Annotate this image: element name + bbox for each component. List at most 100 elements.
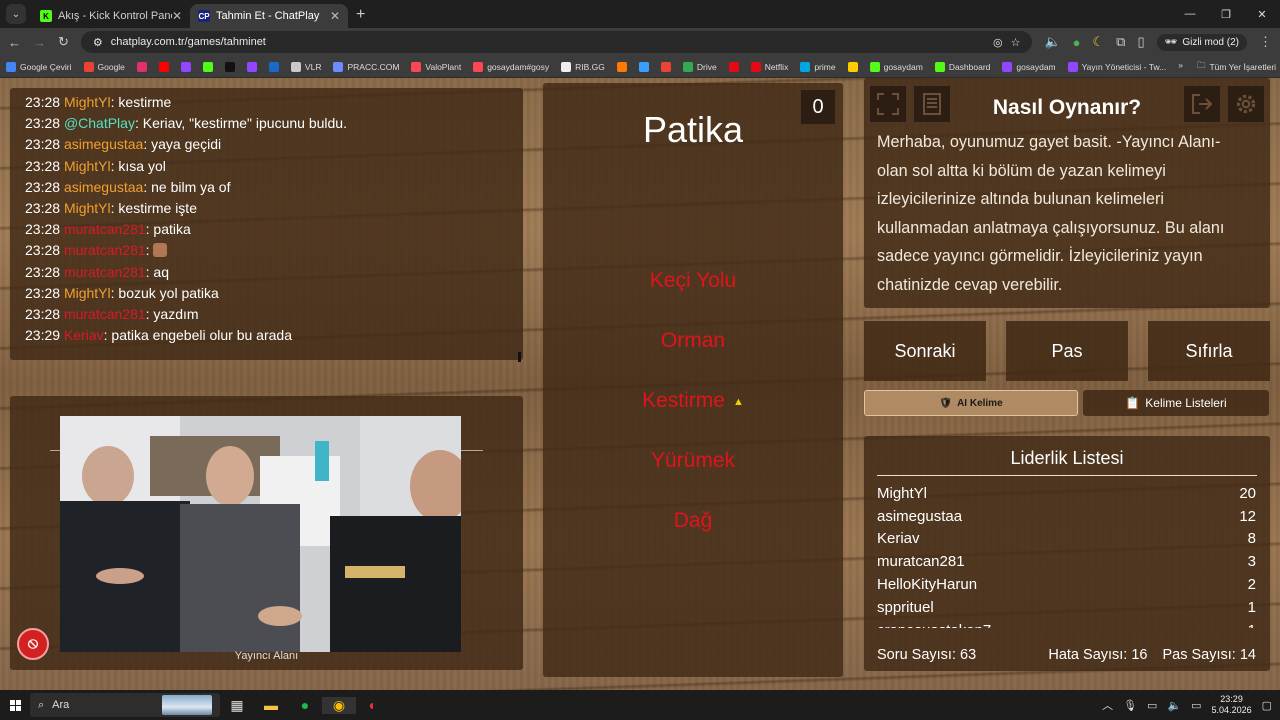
chat-message: 23:28 MightYl: kestirme bbox=[25, 92, 523, 113]
bookmark-item[interactable]: gosaydam bbox=[1002, 61, 1056, 72]
bookmark-item[interactable]: Google Çeviri bbox=[6, 61, 72, 72]
restore-icon[interactable]: ❐ bbox=[1208, 0, 1244, 28]
back-arrow-icon[interactable]: ← bbox=[8, 35, 21, 50]
reload-icon[interactable]: ↻ bbox=[58, 34, 69, 50]
bookmark-item[interactable] bbox=[158, 61, 169, 72]
message-username[interactable]: asimegustaa bbox=[64, 179, 143, 195]
bookmark-item[interactable]: RIB.GG bbox=[561, 61, 605, 72]
clock[interactable]: 23:29 5.04.2026 bbox=[1212, 694, 1252, 716]
message-username[interactable]: MightYl bbox=[64, 158, 111, 174]
tray-chevron-icon[interactable]: ︿ bbox=[1102, 697, 1113, 713]
message-username[interactable]: @ChatPlay bbox=[64, 115, 135, 131]
bookmark-item[interactable] bbox=[638, 61, 649, 72]
bookmark-item[interactable]: Yayın Yöneticisi - Tw... bbox=[1067, 61, 1166, 72]
next-button[interactable]: Sonraki bbox=[864, 321, 986, 381]
tab-close-icon[interactable]: ✕ bbox=[330, 9, 340, 23]
new-tab-plus-icon[interactable]: + bbox=[356, 6, 365, 24]
pass-button[interactable]: Pas bbox=[1006, 321, 1128, 381]
bookmark-label: Dashboard bbox=[948, 61, 991, 72]
close-window-icon[interactable]: ✕ bbox=[1244, 0, 1280, 28]
extension-icon[interactable]: ● bbox=[1073, 35, 1081, 50]
exit-icon[interactable] bbox=[1184, 86, 1220, 122]
battery-icon[interactable]: ▭ bbox=[1191, 699, 1201, 712]
extensions-puzzle-icon[interactable]: ⧉ bbox=[1116, 34, 1125, 50]
message-text: : patika bbox=[145, 221, 191, 238]
bookmark-item[interactable]: gosaydam bbox=[869, 61, 923, 72]
bookmark-item[interactable]: PRACC.COM bbox=[333, 61, 399, 72]
message-username[interactable]: muratcan281 bbox=[64, 221, 146, 237]
webcam-video bbox=[60, 416, 461, 652]
bookmark-item[interactable] bbox=[180, 61, 191, 72]
minimize-icon[interactable]: — bbox=[1172, 0, 1208, 28]
spotify-icon[interactable]: ● bbox=[288, 697, 322, 713]
bookmarks-overflow-icon[interactable]: » bbox=[1178, 60, 1183, 74]
bookmark-item[interactable] bbox=[224, 61, 235, 72]
message-username[interactable]: muratcan281 bbox=[64, 306, 146, 322]
bookmark-item[interactable] bbox=[660, 61, 671, 72]
bookmark-item[interactable]: Dashboard bbox=[934, 61, 991, 72]
start-button[interactable] bbox=[0, 699, 30, 711]
reset-button[interactable]: Sıfırla bbox=[1148, 321, 1270, 381]
dark-mode-icon[interactable]: ☾ bbox=[1093, 34, 1105, 50]
message-username[interactable]: muratcan281 bbox=[64, 264, 146, 280]
bookmark-item[interactable]: prime bbox=[800, 61, 836, 72]
chrome-icon[interactable]: ◉ bbox=[322, 696, 356, 714]
message-username[interactable]: muratcan281 bbox=[64, 242, 146, 258]
all-bookmarks-button[interactable]: 🗀 Tüm Yer İşaretleri bbox=[1197, 60, 1276, 74]
tab-chatplay[interactable]: CP Tahmin Et - ChatPlay ✕ bbox=[190, 4, 348, 28]
word-lists-button[interactable]: 📋 Kelime Listeleri bbox=[1083, 390, 1269, 416]
address-bar[interactable]: ⚙ chatplay.com.tr/games/tahminet ◎ ☆ bbox=[80, 31, 1033, 53]
taskbar-search[interactable]: ⌕ Ara bbox=[30, 693, 220, 717]
message-time: 23:28 bbox=[25, 94, 61, 110]
block-icon[interactable]: ⦸ bbox=[17, 628, 49, 660]
bookmark-item[interactable]: Drive bbox=[682, 61, 717, 72]
tab-close-icon[interactable]: ✕ bbox=[172, 9, 182, 23]
bookmark-item[interactable] bbox=[728, 61, 739, 72]
menu-dots-icon[interactable]: ⋮ bbox=[1259, 34, 1272, 50]
incognito-badge[interactable]: 🕶 Gizli mod (2) bbox=[1156, 33, 1247, 51]
bookmark-item[interactable]: Google bbox=[83, 61, 125, 72]
file-explorer-icon[interactable]: ▬ bbox=[254, 697, 288, 713]
bookmark-item[interactable] bbox=[616, 61, 627, 72]
tab-kick[interactable]: K Akış - Kick Kontrol Paneli ✕ bbox=[32, 4, 190, 28]
bookmark-item[interactable]: ValoPlant bbox=[411, 61, 461, 72]
message-username[interactable]: MightYl bbox=[64, 285, 111, 301]
settings-gear-icon[interactable] bbox=[1228, 86, 1264, 122]
message-username[interactable]: MightYl bbox=[64, 94, 111, 110]
message-text: : aq bbox=[145, 263, 170, 280]
message-time: 23:28 bbox=[25, 242, 61, 259]
bookmark-favicon-icon bbox=[290, 61, 301, 72]
forward-arrow-icon[interactable]: → bbox=[33, 35, 46, 50]
bookmark-item[interactable]: VLR bbox=[290, 61, 322, 72]
bookmark-item[interactable] bbox=[847, 61, 858, 72]
speaker-icon[interactable]: 🔈 bbox=[1167, 699, 1181, 712]
eye-off-icon[interactable]: ◎ bbox=[993, 36, 1003, 49]
bookmark-favicon-icon bbox=[6, 61, 16, 72]
bookmark-item[interactable] bbox=[202, 61, 213, 72]
app-icon[interactable]: ◐ bbox=[356, 697, 390, 713]
chat-message: 23:28 muratcan281: aq bbox=[25, 262, 523, 283]
bookmark-item[interactable]: Netflix bbox=[750, 61, 788, 72]
message-username[interactable]: asimegustaa bbox=[64, 136, 143, 152]
network-icon[interactable]: ▭ bbox=[1147, 699, 1157, 712]
message-username[interactable]: Keriav bbox=[64, 327, 104, 343]
bookmark-item[interactable] bbox=[268, 61, 279, 72]
ai-word-button[interactable]: 🛡 AI Kelime bbox=[864, 390, 1078, 416]
chat-scrollbar[interactable] bbox=[518, 352, 521, 362]
chat-message: 23:28 muratcan281: bbox=[25, 240, 523, 261]
tab-search-chevron-icon[interactable]: ⌄ bbox=[6, 4, 26, 24]
microphone-icon[interactable]: 🎙 bbox=[1123, 699, 1137, 712]
volume-icon[interactable]: 🔈 bbox=[1044, 34, 1060, 50]
message-username[interactable]: MightYl bbox=[64, 200, 111, 216]
bookmark-item[interactable] bbox=[246, 61, 257, 72]
bookmark-item[interactable] bbox=[136, 61, 147, 72]
bookmark-item[interactable]: gosaydam#gosy bbox=[473, 61, 549, 72]
bookmark-label: VLR bbox=[304, 61, 322, 72]
notifications-icon[interactable]: ▢ bbox=[1262, 699, 1272, 712]
leaderboard-list[interactable]: MightYl 20 asimegustaa 12 Keriav 8 muratcan281… bbox=[877, 482, 1256, 628]
task-view-icon[interactable]: ▦ bbox=[220, 697, 254, 714]
bookmark-star-icon[interactable]: ☆ bbox=[1011, 36, 1021, 49]
sidepanel-icon[interactable]: ▯ bbox=[1137, 34, 1144, 50]
message-text: : yaya geçidi bbox=[143, 136, 222, 153]
site-info-icon[interactable]: ⚙ bbox=[93, 36, 103, 49]
